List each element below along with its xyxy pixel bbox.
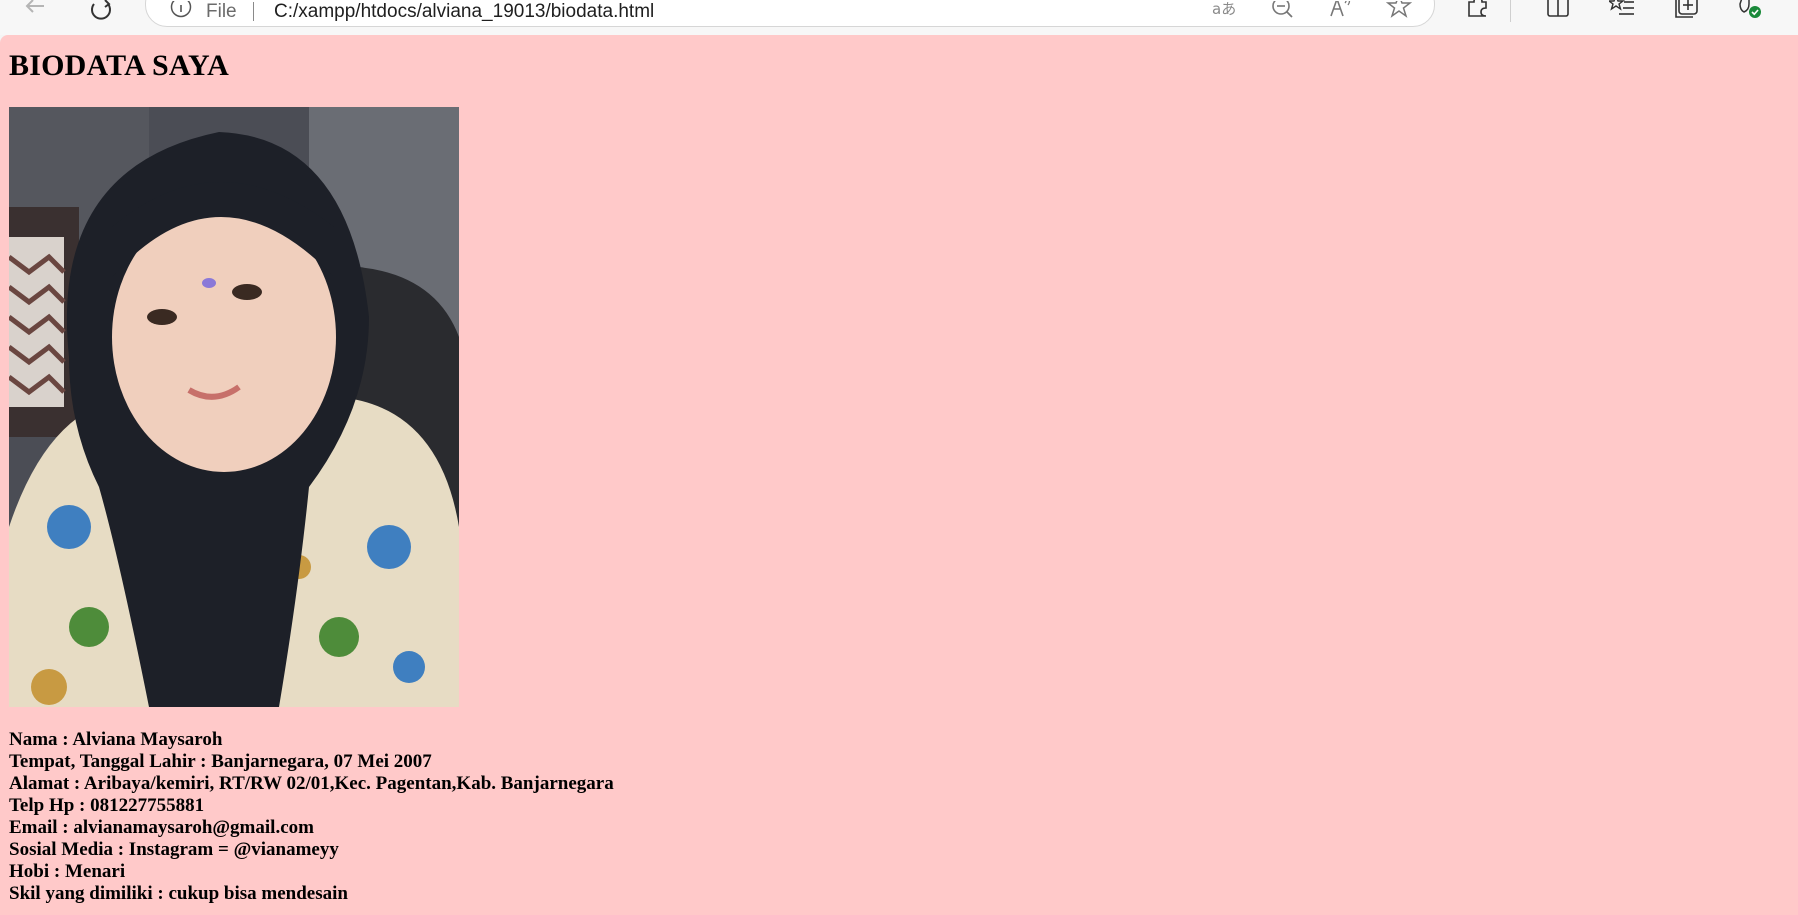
- page-title: BIODATA SAYA: [9, 49, 229, 82]
- page-viewport: BIODATA SAYA Nama: Alviana Maysaroh Tem…: [0, 35, 1798, 915]
- address-bar[interactable]: File C:/xampp/htdocs/alviana_19013/bioda…: [145, 0, 1435, 27]
- favorites-list-icon: [1609, 0, 1634, 15]
- detail-nama: Nama : Alviana Maysaroh: [9, 729, 223, 750]
- split-screen-icon: [1547, 0, 1569, 17]
- favorite-button[interactable]: [1382, 1, 1416, 23]
- translate-button[interactable]: aあ: [1208, 1, 1242, 23]
- detail-email: Email : alvianamaysaroh@gmail.com: [9, 817, 314, 838]
- toolbar-actions: [1460, 0, 1797, 22]
- read-aloud-button[interactable]: [1324, 1, 1358, 23]
- detail-telp: Telp Hp : 081227755881: [9, 795, 205, 816]
- star-icon: [1386, 1, 1412, 18]
- back-button[interactable]: [18, 0, 52, 22]
- browser-essentials-icon: [1739, 0, 1761, 18]
- detail-tempat-tanggal-lahir: Tempat, Tanggal Lahir : Banjarnegara, 07…: [9, 751, 432, 772]
- toolbar-divider: [1510, 0, 1511, 22]
- detail-alamat: Alamat : Aribaya/kemiri, RT/RW 02/01,Kec…: [9, 773, 614, 794]
- translate-icon: aあ: [1212, 1, 1236, 18]
- info-icon[interactable]: [170, 1, 192, 23]
- extensions-button[interactable]: [1460, 0, 1494, 22]
- back-arrow-icon: [25, 0, 44, 13]
- read-aloud-icon: [1330, 1, 1351, 17]
- favorites-button[interactable]: [1605, 0, 1639, 22]
- collections-button[interactable]: [1669, 0, 1703, 22]
- reload-button[interactable]: [84, 0, 118, 22]
- profile-photo: [9, 107, 459, 707]
- address-actions: aあ: [1208, 1, 1416, 23]
- split-screen-button[interactable]: [1541, 0, 1575, 22]
- address-divider: [253, 2, 254, 21]
- puzzle-icon: [1468, 0, 1487, 17]
- zoom-out-icon: [1272, 1, 1293, 18]
- detail-sosial-media: Sosial Media : Instagram = @vianameyy: [9, 839, 339, 860]
- browser-toolbar: File C:/xampp/htdocs/alviana_19013/bioda…: [0, 0, 1798, 35]
- address-url[interactable]: C:/xampp/htdocs/alviana_19013/biodata.ht…: [274, 1, 654, 23]
- detail-skil: Skil yang dimiliki : cukup bisa mendesai…: [9, 883, 348, 904]
- address-scheme: File: [206, 1, 237, 22]
- svg-text:aあ: aあ: [1212, 1, 1236, 18]
- biodata-details: Nama : Alviana Maysaroh Tempat, Tanggal …: [9, 729, 614, 905]
- reload-icon: [91, 0, 111, 20]
- detail-hobi: Hobi : Menari: [9, 861, 126, 882]
- browser-essentials-button[interactable]: [1733, 0, 1767, 22]
- collections-icon: [1675, 0, 1698, 18]
- zoom-out-button[interactable]: [1266, 1, 1300, 23]
